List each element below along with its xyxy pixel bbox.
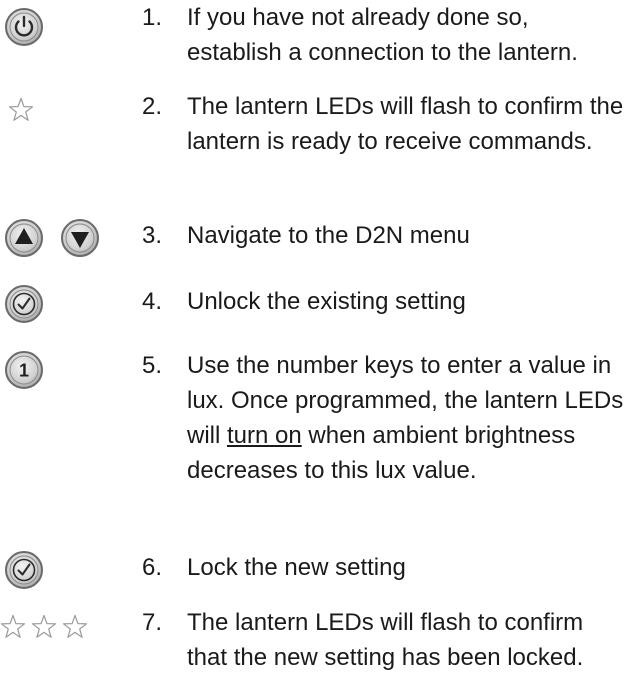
step-number: 3. [142, 222, 163, 249]
checkmark-button-icon [0, 284, 125, 330]
step-text: The lantern LEDs will flash to confirm t… [187, 609, 584, 671]
up-arrow-button-icon [5, 219, 43, 257]
step-number: 6. [142, 554, 163, 581]
step-text: Use the number keys to enter a value in … [187, 348, 627, 488]
single-star-icon [0, 89, 125, 135]
checkmark-button-icon [0, 550, 125, 596]
step-number: 7. [142, 609, 163, 636]
number-one-button-icon: 1 [0, 348, 125, 394]
three-stars-icon [0, 605, 125, 651]
down-arrow-button-icon [61, 219, 99, 257]
up-down-arrow-buttons-icon [0, 218, 125, 264]
step-text: Lock the new setting [187, 554, 406, 581]
step-number: 4. [142, 288, 163, 315]
step-text: Navigate to the D2N menu [187, 222, 470, 249]
step-text: Unlock the existing setting [187, 288, 466, 315]
step-text: The lantern LEDs will flash to confirm t… [187, 93, 624, 155]
step-text: If you have not already done so, establi… [187, 4, 578, 66]
step-number: 1. [142, 4, 163, 31]
step-number: 2. [142, 93, 163, 120]
step-number: 5. [142, 352, 163, 379]
number-key-label: 1 [19, 361, 29, 381]
power-button-icon [0, 0, 125, 46]
step-text-underlined: turn on [227, 422, 302, 449]
